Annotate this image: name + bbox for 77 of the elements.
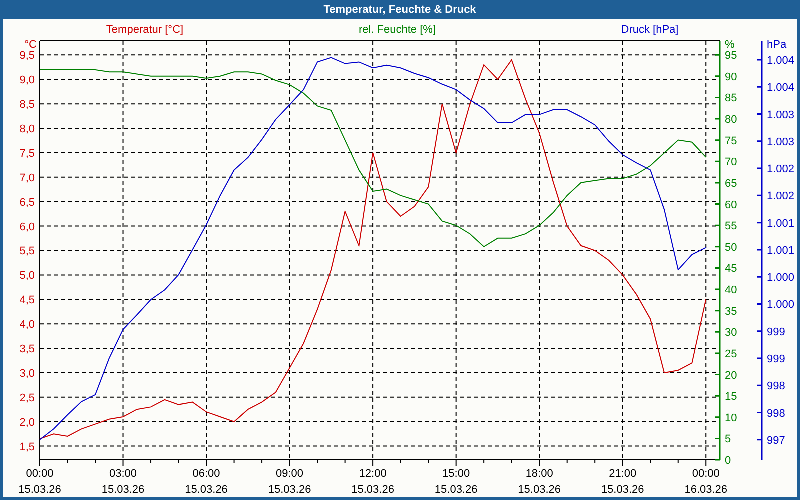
axis-tick-label: 3,0 [20, 368, 35, 380]
axis-tick-label: 7,0 [20, 172, 35, 184]
axis-title: Temperatur [°C] [106, 24, 184, 36]
axis-tick-label: 9,5 [20, 50, 35, 62]
time-label: 00:00 [26, 468, 54, 480]
axis-tick-label: 70 [725, 156, 738, 169]
date-label: 15.03.26 [601, 484, 644, 496]
axis-tick-label: 9,0 [20, 74, 35, 87]
date-label: 15.03.26 [268, 484, 312, 496]
time-label: 06:00 [192, 468, 220, 480]
axis-tick-label: 15 [725, 391, 738, 404]
axis-tick-label: 997 [767, 434, 786, 447]
axis-tick-label: 6,5 [20, 196, 35, 209]
time-label: 15:00 [442, 468, 470, 480]
axis-tick-label: 20 [725, 370, 738, 382]
date-label: 15.03.26 [518, 484, 561, 496]
time-label: 18:00 [526, 468, 554, 480]
axis-tick-label: 4,0 [20, 319, 35, 332]
axis-tick-label: 1,5 [20, 441, 35, 454]
axis-tick-label: 1.003 [767, 136, 795, 148]
axis-tick-label: 1.004 [767, 55, 795, 67]
axis-tick-label: 5,5 [20, 246, 35, 258]
axis-tick-label: 75 [725, 135, 738, 148]
axis-tick-label: 1.001 [767, 244, 795, 257]
time-label: 12:00 [359, 468, 387, 480]
axis-tick-label: 4,5 [20, 294, 35, 307]
axis-tick-label: 1.004 [767, 82, 795, 94]
axis-tick-label: 60 [725, 199, 738, 212]
axis-tick-label: 0 [725, 455, 732, 467]
axis-tick-label: 80 [725, 114, 738, 126]
date-label: 15.03.26 [18, 484, 62, 496]
axis-tick-label: 1.001 [767, 218, 795, 230]
axis-tick-label: 5,0 [20, 270, 35, 282]
axis-tick-label: 998 [767, 408, 786, 420]
axis-tick-label: 1.002 [767, 164, 795, 176]
date-label: 15.03.26 [434, 484, 478, 496]
axis-tick-label: 1.003 [767, 109, 795, 122]
axis-tick-label: 1.000 [767, 299, 795, 312]
axis-tick-label: 2,0 [20, 416, 35, 429]
axis-tick-label: 3,5 [20, 344, 35, 356]
axis-tick-label: 7,5 [20, 148, 35, 160]
axis-tick-label: 30 [725, 327, 738, 340]
date-label: 16.03.26 [684, 484, 728, 496]
date-label: 15.03.26 [102, 484, 145, 496]
axis-tick-label: 50 [725, 242, 738, 254]
time-label: 03:00 [110, 468, 138, 480]
axis-tick-label: 65 [725, 178, 738, 190]
axis-tick-label: 95 [725, 50, 738, 62]
time-label: 00:00 [692, 468, 720, 480]
axis-tick-label: 35 [725, 306, 738, 318]
window-title: Temperatur, Feuchte & Druck [324, 4, 476, 16]
axis-tick-label: 998 [767, 380, 786, 393]
time-label: 09:00 [276, 468, 304, 480]
axis-tick-label: 8,0 [20, 124, 35, 136]
axis-tick-label: 25 [725, 348, 738, 360]
axis-tick-label: 5 [725, 434, 732, 446]
axis-tick-label: 6,0 [20, 221, 35, 234]
axis-tick-label: 1.002 [767, 190, 795, 203]
date-label: 15.03.26 [185, 484, 228, 496]
axis-tick-label: 85 [725, 92, 738, 105]
axis-tick-label: 2,5 [20, 392, 35, 404]
axis-tick-label: 45 [725, 263, 738, 276]
axis-title: Druck [hPa] [621, 24, 679, 36]
time-label: 21:00 [609, 468, 637, 480]
axis-unit: °C [24, 39, 37, 51]
axis-unit: % [725, 39, 735, 51]
axis-tick-label: 40 [725, 284, 738, 296]
axis-tick-label: 55 [725, 220, 738, 233]
date-label: 15.03.26 [352, 484, 394, 496]
axis-unit: hPa [767, 39, 787, 51]
axis-tick-label: 999 [767, 354, 786, 366]
axis-tick-label: 1.000 [767, 272, 795, 284]
axis-tick-label: 10 [725, 412, 738, 424]
axis-tick-label: 999 [767, 326, 786, 338]
axis-tick-label: 90 [725, 71, 738, 84]
axis-title: rel. Feuchte [%] [358, 24, 436, 36]
axis-tick-label: 8,5 [20, 99, 35, 112]
